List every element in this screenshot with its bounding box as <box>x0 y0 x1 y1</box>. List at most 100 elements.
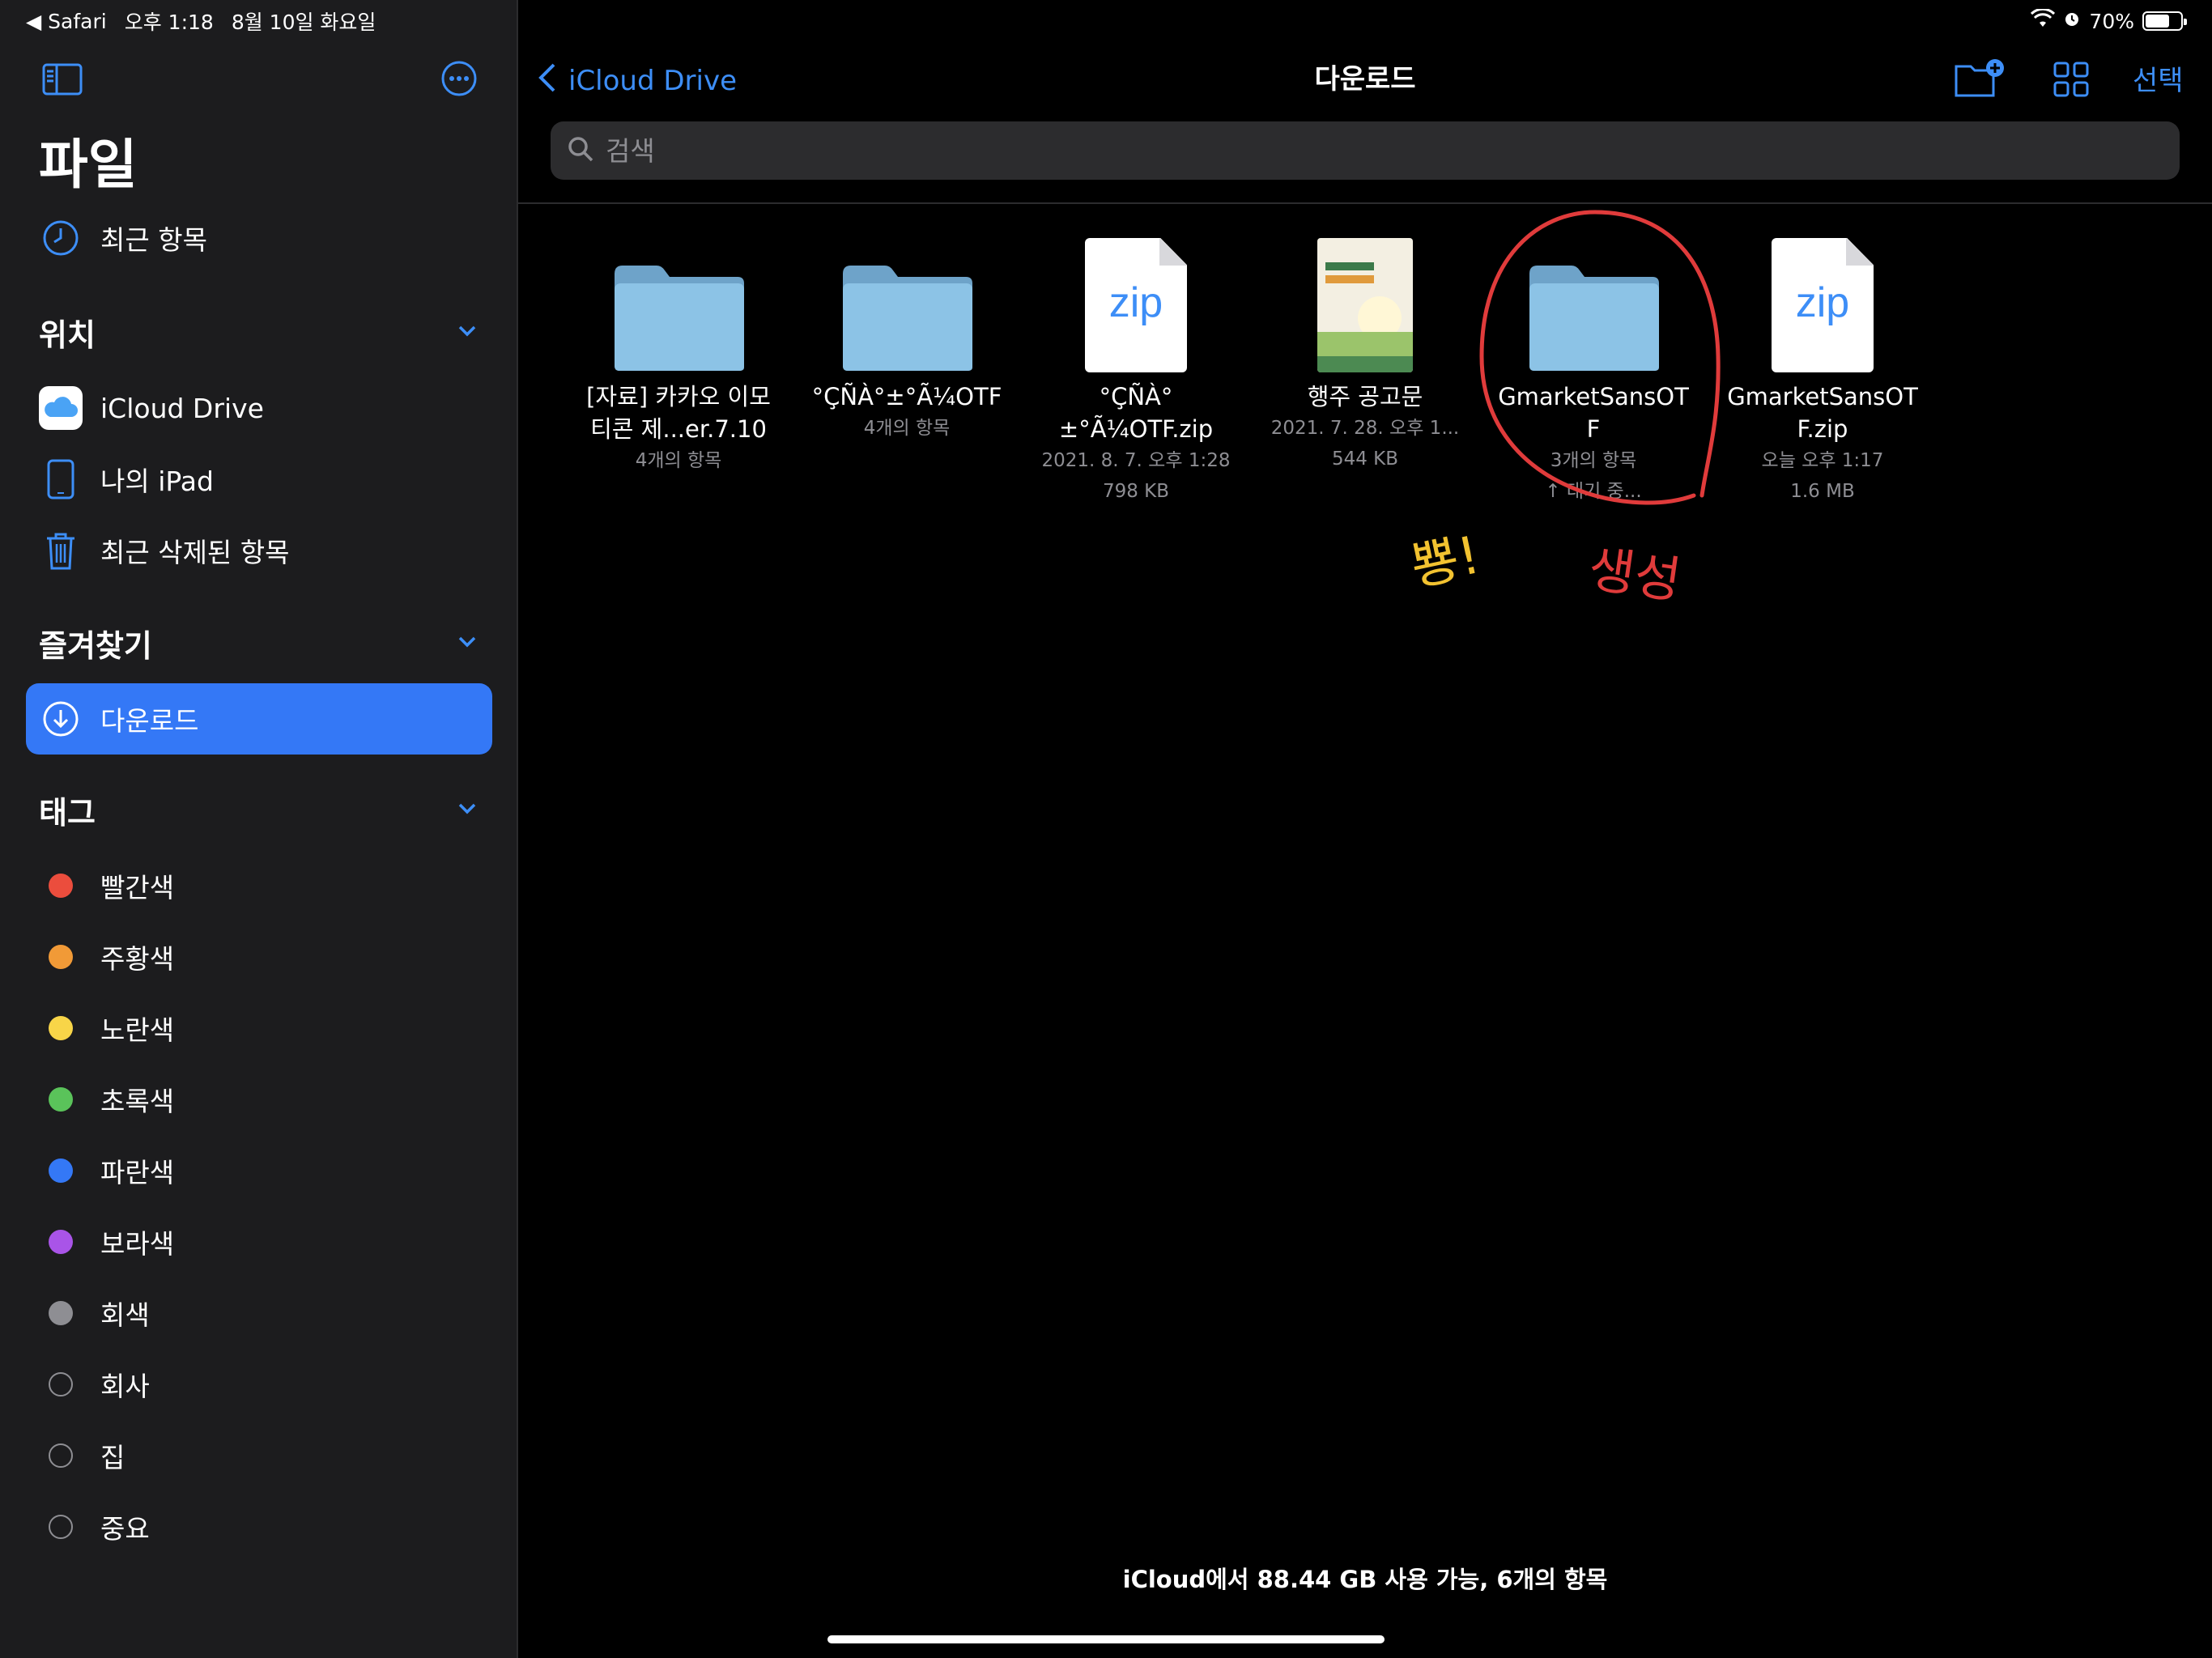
sidebar-item-label: 회색 <box>100 1299 150 1331</box>
file-item[interactable]: °ÇÑÀ°±°Ã¼OTF 4개의 항목 <box>802 219 1012 444</box>
file-name: GmarketSansOT <box>1498 383 1689 410</box>
folder-icon <box>573 219 784 372</box>
sidebar-item-tag[interactable]: 보라색 <box>39 1209 174 1274</box>
sidebar-item-label: 다운로드 <box>100 705 199 737</box>
sidebar-item-recents[interactable]: 최근 항목 <box>39 206 207 270</box>
sidebar-item-downloads[interactable]: 다운로드 <box>39 687 198 751</box>
status-date: 8월 10일 화요일 <box>231 11 376 34</box>
red-handwriting: 생성 <box>1585 539 1685 610</box>
sidebar-item-tag[interactable]: 초록색 <box>39 1067 174 1132</box>
file-item[interactable]: zip GmarketSansOT F.zip 오늘 오후 1:17 1.6 MB <box>1717 219 1928 507</box>
status-bar-right: 70% <box>2031 6 2187 36</box>
sidebar-item-tag[interactable]: 회색 <box>39 1281 150 1346</box>
tag-dot-icon <box>39 935 83 979</box>
header-divider <box>518 202 2212 204</box>
status-time: 오후 1:18 <box>124 11 214 34</box>
page-title: 다운로드 <box>1314 63 1416 96</box>
sidebar-item-tag[interactable]: 노란색 <box>39 996 174 1061</box>
sidebar-item-label: 중요 <box>100 1513 150 1545</box>
sidebar-item-label: 파란색 <box>100 1157 175 1188</box>
home-indicator[interactable] <box>827 1635 1385 1643</box>
file-meta: 1.6 MB <box>1790 481 1855 502</box>
file-meta: 4개의 항목 <box>635 450 722 471</box>
chevron-left-icon <box>538 62 557 101</box>
yellow-handwriting: 뿅! <box>1406 525 1485 598</box>
sidebar-item-tag[interactable]: 빨간색 <box>39 853 174 918</box>
sidebar-item-tag[interactable]: 파란색 <box>39 1138 174 1203</box>
more-options-icon[interactable] <box>440 60 478 97</box>
download-icon <box>39 697 83 741</box>
sidebar-item-label: 보라색 <box>100 1228 175 1260</box>
tag-dot-icon <box>39 864 83 908</box>
file-meta: ↑ 대기 중... <box>1545 481 1642 502</box>
section-header: 태그 <box>39 794 96 831</box>
search-icon <box>567 135 594 166</box>
zip-label: zip <box>1108 279 1163 326</box>
tag-dot-icon <box>39 1434 83 1477</box>
grid-view-icon[interactable] <box>2052 60 2091 99</box>
file-name: °ÇÑÀ°±°Ã¼OTF <box>811 383 1002 410</box>
file-item[interactable]: zip °ÇÑÀ° ±°Ã¼OTF.zip 2021. 8. 7. 오후 1:28 79… <box>1031 219 1241 507</box>
sidebar: 파일 최근 항목 위치 iCloud Drive 나의 iPad 최근 삭제된 … <box>0 0 518 1658</box>
file-meta: 4개의 항목 <box>863 418 951 439</box>
file-meta: 2021. 8. 7. 오후 1:28 <box>1041 450 1231 471</box>
section-favorites[interactable]: 즐겨찾기 <box>39 619 479 667</box>
back-button-label: iCloud Drive <box>568 65 738 97</box>
sidebar-item-label: 회사 <box>100 1371 150 1402</box>
sidebar-item-my-ipad[interactable]: 나의 iPad <box>39 447 214 512</box>
file-name: °ÇÑÀ° <box>1099 383 1173 410</box>
sidebar-title: 파일 <box>39 134 138 196</box>
tag-dot-icon <box>39 1006 83 1050</box>
sidebar-item-label: 최근 항목 <box>100 224 207 256</box>
sidebar-item-tag[interactable]: 회사 <box>39 1352 150 1417</box>
file-name: [자료] 카카오 이모 <box>586 383 771 410</box>
tag-dot-icon <box>39 1220 83 1264</box>
sidebar-item-icloud-drive[interactable]: iCloud Drive <box>39 376 264 440</box>
wifi-icon <box>2031 7 2056 33</box>
file-name: F.zip <box>1797 415 1848 443</box>
tag-dot-icon <box>39 1291 83 1335</box>
chevron-down-icon <box>455 314 479 350</box>
file-meta: 798 KB <box>1102 481 1170 502</box>
file-name: 티콘 제...er.7.10 <box>590 415 767 443</box>
tag-dot-icon <box>39 1363 83 1406</box>
search-input[interactable] <box>606 134 2057 167</box>
section-header: 즐겨찾기 <box>39 627 152 664</box>
section-locations[interactable]: 위치 <box>39 308 479 356</box>
sidebar-item-tag[interactable]: 집 <box>39 1423 125 1488</box>
zip-file-icon: zip <box>1717 219 1928 372</box>
tag-dot-icon <box>39 1078 83 1121</box>
trash-icon <box>39 529 83 572</box>
zip-label: zip <box>1795 279 1850 326</box>
tag-dot-icon <box>39 1149 83 1192</box>
section-tags[interactable]: 태그 <box>39 785 479 834</box>
ipad-icon <box>39 457 83 501</box>
back-to-safari-link[interactable]: ◀ Safari <box>26 10 107 33</box>
sidebar-item-tag[interactable]: 중요 <box>39 1494 150 1559</box>
search-bar[interactable] <box>551 121 2180 180</box>
file-name: GmarketSansOT <box>1727 383 1918 410</box>
chevron-down-icon <box>455 625 479 661</box>
battery-percent: 70% <box>2089 9 2134 33</box>
status-bar-left: ◀ Safari 오후 1:18 8월 10일 화요일 <box>26 6 376 36</box>
file-item[interactable]: [자료] 카카오 이모티콘 제...er.7.10 4개의 항목 <box>573 219 784 476</box>
sidebar-item-recently-deleted[interactable]: 최근 삭제된 항목 <box>39 518 290 583</box>
file-item[interactable]: GmarketSansOT F 3개의 항목 ↑ 대기 중... <box>1488 219 1699 507</box>
sidebar-item-tag[interactable]: 주황색 <box>39 925 174 989</box>
select-button[interactable]: 선택 <box>2133 58 2184 98</box>
sidebar-item-label: 초록색 <box>100 1086 175 1117</box>
sidebar-item-label: 주황색 <box>100 943 175 975</box>
file-item[interactable]: 행주 공고문 2021. 7. 28. 오후 1... 544 KB <box>1260 219 1470 474</box>
new-folder-icon[interactable] <box>1953 57 2006 100</box>
clock-icon <box>39 216 83 260</box>
back-button[interactable]: iCloud Drive <box>538 58 737 104</box>
folder-icon <box>802 219 1012 372</box>
tag-dot-icon <box>39 1505 83 1549</box>
sidebar-item-label: 빨간색 <box>100 872 175 903</box>
file-name: 행주 공고문 <box>1307 383 1423 410</box>
sidebar-item-label: 최근 삭제된 항목 <box>100 537 290 568</box>
alarm-icon <box>2063 9 2081 33</box>
file-name: ±°Ã¼OTF.zip <box>1058 415 1214 443</box>
sidebar-toggle-icon[interactable] <box>42 63 83 96</box>
file-meta: 오늘 오후 1:17 <box>1761 450 1884 471</box>
